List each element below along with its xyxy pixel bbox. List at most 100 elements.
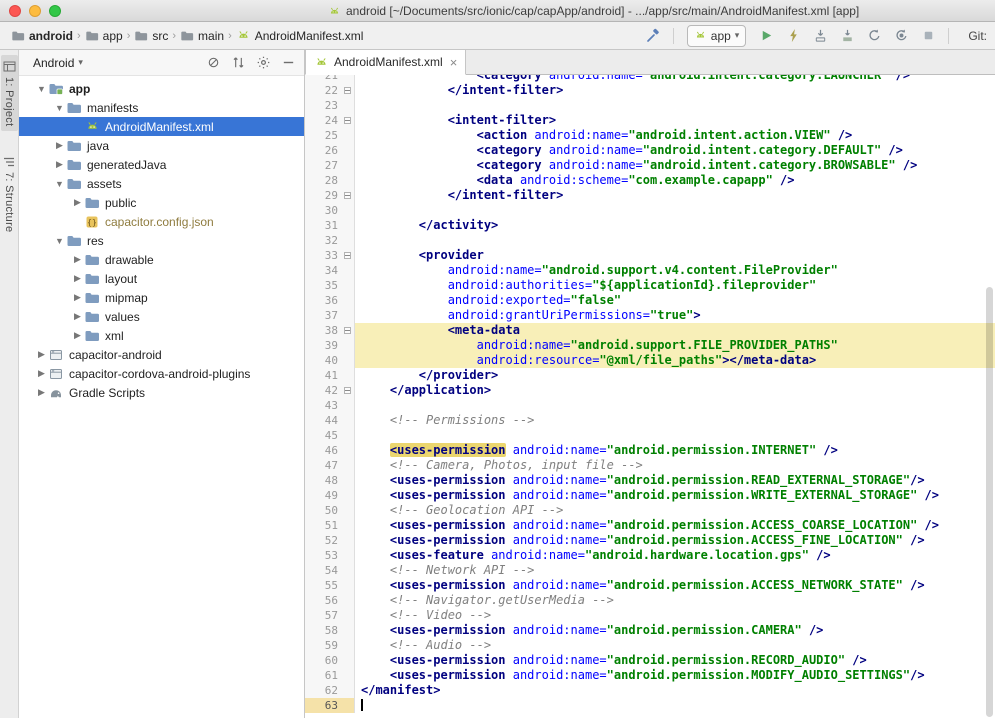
tree-item-public[interactable]: ▶public [19, 193, 304, 212]
tree-item-assets[interactable]: ▼assets [19, 174, 304, 193]
stop-icon[interactable] [917, 25, 939, 47]
tree-item-capacitor-cordova-android-plugins[interactable]: ▶capacitor-cordova-android-plugins [19, 364, 304, 383]
gutter-fold-column [343, 578, 355, 593]
tree-item-values[interactable]: ▶values [19, 307, 304, 326]
fold-marker-icon[interactable] [344, 87, 351, 94]
tool-window-button-structure[interactable]: 7: Structure [1, 151, 17, 237]
run-config-dropdown[interactable]: app ▾ [687, 25, 747, 47]
chevron-right-icon[interactable]: ▶ [35, 349, 48, 360]
build-hammer-icon[interactable] [642, 25, 664, 47]
gutter-fold-column [343, 368, 355, 383]
code-line-text: <uses-permission android:name="android.p… [355, 443, 995, 458]
code-line-text: </intent-filter> [355, 188, 995, 203]
zoom-window-button[interactable] [49, 5, 61, 17]
minimize-window-button[interactable] [29, 5, 41, 17]
tree-item-label: Gradle Scripts [69, 386, 145, 400]
line-number: 51 [305, 518, 343, 533]
code-line-text: <!-- Camera, Photos, input file --> [355, 458, 995, 473]
git-branch-label[interactable]: Git: [968, 29, 987, 43]
chevron-right-icon[interactable]: ▶ [71, 254, 84, 265]
breadcrumb-item-main[interactable]: main [177, 28, 227, 44]
chevron-right-icon[interactable]: ▶ [35, 368, 48, 379]
tree-item-manifests[interactable]: ▼manifests [19, 98, 304, 117]
close-window-button[interactable] [9, 5, 21, 17]
code-line-53: 53 <uses-feature android:name="android.h… [305, 548, 995, 563]
breadcrumb-item-src[interactable]: src [131, 28, 171, 44]
editor-scrollbar[interactable] [985, 75, 995, 718]
chevron-right-icon[interactable]: ▶ [53, 159, 66, 170]
settings-gear-icon[interactable] [255, 55, 271, 71]
code-line-text: android:name="android.support.FILE_PROVI… [355, 338, 995, 353]
tree-item-mipmap[interactable]: ▶mipmap [19, 288, 304, 307]
chevron-right-icon[interactable]: ▶ [71, 330, 84, 341]
chevron-down-icon[interactable]: ▼ [53, 179, 66, 189]
close-tab-icon[interactable]: × [450, 55, 458, 70]
code-line-text: <intent-filter> [355, 113, 995, 128]
gutter-fold-column [343, 383, 355, 398]
code-line-text: </application> [355, 383, 995, 398]
scrollbar-thumb[interactable] [986, 287, 993, 717]
fold-marker-icon[interactable] [344, 252, 351, 259]
tree-item-res[interactable]: ▼res [19, 231, 304, 250]
code-line-text: <meta-data [355, 323, 995, 338]
tree-item-capacitor-android[interactable]: ▶capacitor-android [19, 345, 304, 364]
install-apk-icon[interactable] [836, 25, 858, 47]
run-icon[interactable] [755, 25, 777, 47]
line-number: 27 [305, 158, 343, 173]
locate-file-icon[interactable] [205, 55, 221, 71]
chevron-down-icon: ▾ [78, 57, 83, 68]
code-editor[interactable]: 21 <category android:name="android.inten… [305, 75, 995, 718]
breadcrumb-item-androidmanifest-xml[interactable]: AndroidManifest.xml [233, 27, 367, 44]
gutter-fold-column [343, 428, 355, 443]
tool-window-button-project[interactable]: 1: Project [1, 55, 18, 131]
tree-item-gradle-scripts[interactable]: ▶ Gradle Scripts [19, 383, 304, 402]
debug-attach-icon[interactable] [809, 25, 831, 47]
fold-marker-icon[interactable] [344, 327, 351, 334]
code-line-text: <uses-permission android:name="android.p… [355, 533, 995, 548]
tree-item-drawable[interactable]: ▶drawable [19, 250, 304, 269]
tree-item-xml[interactable]: ▶xml [19, 326, 304, 345]
tree-item-app[interactable]: ▼app [19, 79, 304, 98]
chevron-right-icon[interactable]: ▶ [71, 292, 84, 303]
line-number: 56 [305, 593, 343, 608]
hide-panel-icon[interactable] [280, 55, 296, 71]
chevron-right-icon[interactable]: ▶ [53, 140, 66, 151]
apply-changes-icon[interactable] [782, 25, 804, 47]
tree-item-generatedjava[interactable]: ▶generatedJava [19, 155, 304, 174]
code-line-text: <!-- Network API --> [355, 563, 995, 578]
gradle-sync-icon[interactable] [890, 25, 912, 47]
chevron-right-icon[interactable]: ▶ [35, 387, 48, 398]
tree-item-layout[interactable]: ▶layout [19, 269, 304, 288]
fold-marker-icon[interactable] [344, 192, 351, 199]
code-line-30: 30 [305, 203, 995, 218]
folder-icon [84, 195, 100, 211]
chevron-down-icon[interactable]: ▼ [53, 103, 66, 113]
breadcrumb-item-app[interactable]: app [82, 28, 126, 44]
folder-icon [66, 138, 82, 154]
code-line-text: <provider [355, 248, 995, 263]
project-view-selector[interactable]: Android ▾ [33, 56, 83, 70]
code-line-text: <!-- Video --> [355, 608, 995, 623]
chevron-down-icon[interactable]: ▼ [35, 84, 48, 94]
project-tree[interactable]: ▼app▼manifestsAndroidManifest.xml▶java▶g… [19, 76, 304, 718]
breadcrumb-item-android[interactable]: android [8, 28, 76, 44]
editor-tab-androidmanifest[interactable]: AndroidManifest.xml × [305, 50, 466, 75]
chevron-right-icon[interactable]: ▶ [71, 197, 84, 208]
sync-project-icon[interactable] [863, 25, 885, 47]
chevron-right-icon[interactable]: ▶ [71, 273, 84, 284]
tree-item-java[interactable]: ▶java [19, 136, 304, 155]
scroll-from-source-icon[interactable] [230, 55, 246, 71]
tree-item-androidmanifest-xml[interactable]: AndroidManifest.xml [19, 117, 304, 136]
gutter-fold-column [343, 488, 355, 503]
chevron-down-icon[interactable]: ▼ [53, 236, 66, 246]
tree-item-capacitor-config-json[interactable]: {}capacitor.config.json [19, 212, 304, 231]
line-number: 48 [305, 473, 343, 488]
fold-marker-icon[interactable] [344, 387, 351, 394]
fold-marker-icon[interactable] [344, 117, 351, 124]
breadcrumb-separator-icon: › [172, 30, 176, 42]
folder-icon [84, 271, 100, 287]
gutter-fold-column [343, 413, 355, 428]
folder-icon [66, 233, 82, 249]
window-controls [9, 5, 61, 17]
chevron-right-icon[interactable]: ▶ [71, 311, 84, 322]
